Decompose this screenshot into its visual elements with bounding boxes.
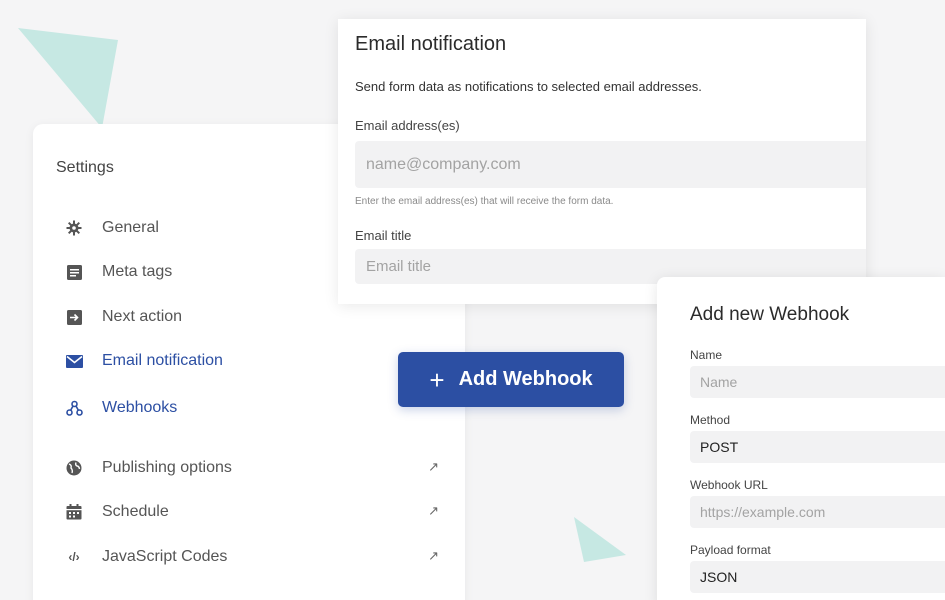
add-webhook-label: Add Webhook (458, 368, 593, 390)
menu-item-webhooks[interactable]: Webhooks (63, 392, 453, 424)
decorative-triangle-top (18, 28, 118, 128)
menu-item-schedule[interactable]: Schedule ↗ (63, 496, 453, 528)
menu-item-label: Publishing options (102, 459, 232, 476)
arrow-right-box-icon (63, 306, 85, 328)
code-icon: ‹/› (68, 550, 80, 564)
external-link-icon[interactable]: ↗ (428, 503, 439, 519)
webhook-payload-value: JSON (700, 569, 738, 585)
webhook-payload-label: Payload format (690, 543, 771, 557)
webhook-icon (63, 397, 85, 419)
menu-item-label: JavaScript Codes (102, 548, 228, 565)
menu-item-label: Schedule (102, 503, 169, 520)
email-address-label: Email address(es) (355, 118, 460, 133)
webhook-method-value: POST (700, 439, 739, 455)
email-address-hint: Enter the email address(es) that will re… (355, 196, 614, 207)
external-link-icon[interactable]: ↗ (428, 548, 439, 564)
document-icon (63, 261, 85, 283)
email-notification-panel: Email notification Send form data as not… (338, 19, 866, 304)
webhook-name-input[interactable]: Name (690, 366, 945, 398)
email-panel-title: Email notification (355, 33, 507, 55)
email-panel-description: Send form data as notifications to selec… (355, 79, 702, 94)
email-title-label: Email title (355, 228, 412, 243)
webhook-method-select[interactable]: POST (690, 431, 945, 463)
webhook-url-label: Webhook URL (690, 478, 768, 492)
webhook-url-placeholder: https://example.com (700, 504, 826, 520)
email-title-placeholder: Email title (366, 258, 432, 275)
webhook-panel-title: Add new Webhook (690, 304, 850, 325)
envelope-icon (63, 350, 85, 372)
webhook-payload-select[interactable]: JSON (690, 561, 945, 593)
calendar-icon (63, 501, 85, 523)
menu-item-label: General (102, 219, 159, 236)
decorative-triangle-bottom (574, 517, 626, 562)
menu-item-email-notification[interactable]: Email notification (63, 345, 453, 377)
external-link-icon[interactable]: ↗ (428, 459, 439, 475)
add-webhook-panel: Add new Webhook Name Name Method POST We… (657, 277, 945, 600)
add-webhook-button[interactable]: + Add Webhook (398, 352, 624, 407)
menu-item-label: Webhooks (102, 399, 178, 416)
webhook-name-placeholder: Name (700, 374, 738, 390)
webhook-method-label: Method (690, 413, 731, 427)
menu-item-next-action[interactable]: Next action (63, 301, 453, 333)
email-address-input[interactable]: name@company.com (355, 141, 866, 188)
globe-icon (63, 457, 85, 479)
gear-icon (63, 217, 85, 239)
menu-item-publishing-options[interactable]: Publishing options ↗ (63, 452, 453, 484)
menu-item-label: Meta tags (102, 263, 173, 280)
menu-item-label: Next action (102, 308, 183, 325)
menu-item-label: Email notification (102, 352, 223, 369)
webhook-url-input[interactable]: https://example.com (690, 496, 945, 528)
menu-item-javascript-codes[interactable]: ‹/› JavaScript Codes ↗ (63, 541, 453, 573)
settings-title: Settings (56, 159, 114, 176)
email-address-placeholder: name@company.com (366, 156, 521, 173)
webhook-name-label: Name (690, 348, 723, 362)
plus-icon: + (429, 364, 445, 395)
